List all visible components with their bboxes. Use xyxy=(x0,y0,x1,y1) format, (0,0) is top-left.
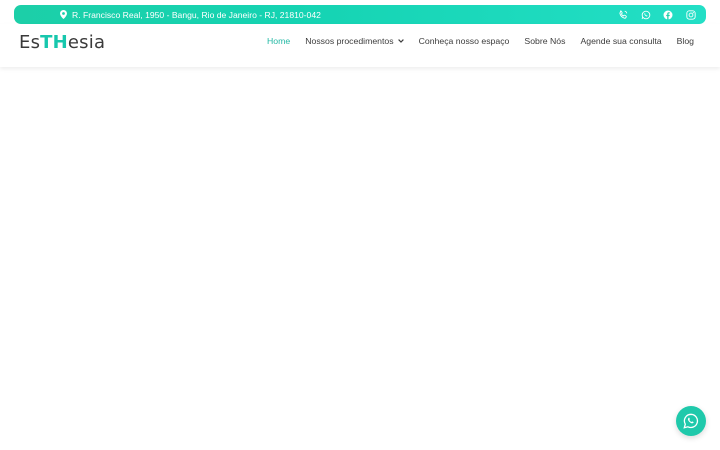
phone-icon xyxy=(619,9,628,19)
nav-item-label: Sobre Nós xyxy=(524,36,566,46)
chevron-down-icon xyxy=(397,39,404,43)
nav-item-label: Blog xyxy=(676,36,694,46)
site-logo[interactable]: EsTHesia xyxy=(19,32,105,54)
nav-item-label: Nossos procedimentos xyxy=(305,36,394,46)
top-info-bar: R. Francisco Real, 1950 - Bangu, Rio de … xyxy=(14,5,706,24)
social-links xyxy=(612,5,702,24)
nav-item-espaco[interactable]: Conheça nosso espaço xyxy=(419,36,510,46)
whatsapp-link[interactable] xyxy=(635,5,658,24)
instagram-icon xyxy=(686,9,696,20)
nav-item-label: Conheça nosso espaço xyxy=(418,36,510,46)
nav-item-blog[interactable]: Blog xyxy=(677,36,694,46)
logo-text-es: Es xyxy=(19,32,41,53)
nav-item-agende[interactable]: Agende sua consulta xyxy=(580,36,661,46)
facebook-link[interactable] xyxy=(657,5,680,24)
whatsapp-icon xyxy=(641,10,651,19)
address-link[interactable]: R. Francisco Real, 1950 - Bangu, Rio de … xyxy=(60,5,321,24)
whatsapp-icon xyxy=(683,413,699,429)
facebook-icon xyxy=(663,10,673,19)
address-text: R. Francisco Real, 1950 - Bangu, Rio de … xyxy=(72,9,321,20)
whatsapp-float-button[interactable] xyxy=(676,406,706,436)
nav-item-home[interactable]: Home xyxy=(267,36,290,46)
phone-link[interactable] xyxy=(612,5,635,24)
instagram-link[interactable] xyxy=(680,5,703,24)
logo-text-th: TH xyxy=(40,32,68,53)
nav-item-label: Agende sua consulta xyxy=(580,36,662,46)
map-pin-icon xyxy=(60,10,67,19)
nav-item-procedimentos[interactable]: Nossos procedimentos xyxy=(305,36,404,46)
site-header: EsTHesia Home Nossos procedimentos Conhe… xyxy=(0,24,720,67)
main-nav: Home Nossos procedimentos Conheça nosso … xyxy=(267,24,694,58)
logo-text-esia: esia xyxy=(67,32,106,53)
nav-item-sobre[interactable]: Sobre Nós xyxy=(524,36,565,46)
page: R. Francisco Real, 1950 - Bangu, Rio de … xyxy=(0,0,720,450)
nav-item-label: Home xyxy=(267,36,291,46)
